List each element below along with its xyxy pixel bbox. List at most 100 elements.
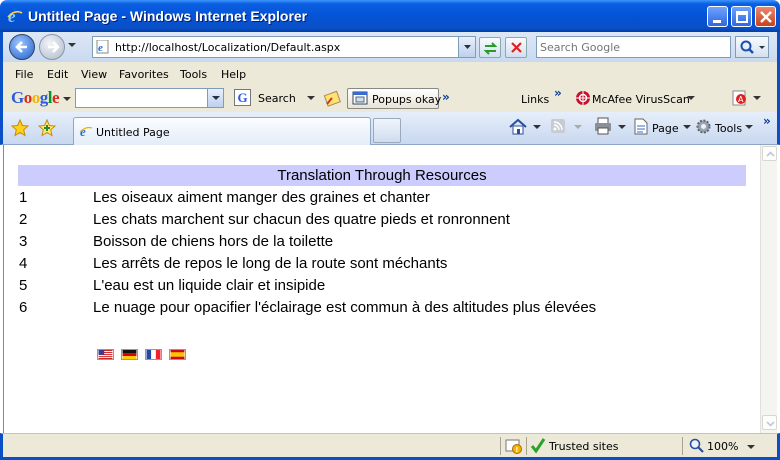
row-text: Le nuage pour opacifier l'éclairage est … [93, 298, 597, 316]
search-box[interactable] [536, 36, 731, 58]
command-overflow-chevron-icon[interactable]: » [763, 114, 771, 128]
search-options-dropdown-icon[interactable] [307, 96, 315, 102]
table-row: 4 Les arrêts de repos le long de la rout… [18, 252, 746, 274]
ie-logo-icon: e [7, 7, 23, 25]
search-input[interactable] [540, 38, 730, 56]
mcafee-shield-icon [576, 91, 590, 105]
popup-window-icon [352, 91, 368, 105]
svg-text:!: ! [515, 446, 518, 454]
minimize-icon [713, 20, 721, 23]
menu-help[interactable]: Help [221, 68, 246, 81]
search-button[interactable] [735, 36, 769, 58]
back-button[interactable] [9, 34, 35, 60]
menu-file[interactable]: File [15, 68, 33, 81]
address-bar[interactable]: e http://localhost/Localization/Default.… [92, 36, 476, 58]
address-toolbar: e http://localhost/Localization/Default.… [0, 32, 780, 62]
feeds-icon[interactable] [550, 118, 566, 134]
forward-button[interactable] [39, 34, 65, 60]
page-content: Translation Through Resources 1 Les oise… [3, 145, 777, 433]
close-icon [760, 11, 772, 23]
back-arrow-icon [15, 41, 27, 53]
add-favorite-icon[interactable] [38, 119, 56, 137]
vertical-scrollbar[interactable] [760, 145, 777, 433]
table-row: 2 Les chats marchent sur chacun des quat… [18, 208, 746, 230]
title-bar: e Untitled Page - Windows Internet Explo… [0, 0, 780, 32]
google-search-combo[interactable] [75, 88, 224, 108]
print-icon[interactable] [593, 117, 613, 135]
status-bar: ! Trusted sites 100% [0, 433, 780, 460]
menu-favorites[interactable]: Favorites [119, 68, 169, 81]
tools-menu-label[interactable]: Tools [715, 122, 742, 135]
scroll-up-button[interactable] [762, 146, 777, 161]
minimize-button[interactable] [707, 6, 728, 27]
tab-label: Untitled Page [96, 126, 170, 139]
google-toolbar: Google G Search Popups okay » Links » Mc… [0, 86, 780, 112]
zoom-level[interactable]: 100% [707, 440, 738, 453]
tools-dropdown-icon[interactable] [745, 125, 753, 131]
menu-edit[interactable]: Edit [47, 68, 68, 81]
highlighter-icon[interactable] [323, 89, 343, 108]
mcafee-dropdown-icon[interactable] [687, 96, 695, 102]
refresh-icon [483, 42, 498, 55]
status-divider [682, 437, 683, 455]
mcafee-label: McAfee VirusScan [592, 93, 690, 106]
google-menu-dropdown-icon[interactable] [63, 97, 71, 103]
chevron-down-icon [212, 96, 220, 100]
favorites-star-icon[interactable] [11, 119, 29, 137]
address-dropdown-button[interactable] [458, 37, 475, 57]
forward-arrow-icon [48, 41, 60, 53]
home-dropdown-icon[interactable] [533, 125, 541, 131]
table-header: Translation Through Resources [18, 165, 746, 186]
new-tab-button[interactable] [373, 118, 401, 143]
refresh-button[interactable] [479, 37, 501, 58]
chevron-up-icon [766, 151, 775, 157]
row-number: 2 [19, 210, 28, 228]
maximize-icon [736, 11, 748, 23]
menu-tools[interactable]: Tools [180, 68, 207, 81]
scroll-down-button[interactable] [762, 415, 777, 430]
pdf-dropdown-icon[interactable] [753, 96, 761, 102]
tab-untitled-page[interactable]: e Untitled Page [73, 117, 371, 145]
google-search-label: Search [258, 92, 296, 105]
search-icon [740, 40, 765, 54]
spanish-flag-icon[interactable] [169, 349, 186, 360]
maximize-button[interactable] [731, 6, 752, 27]
svg-text:A: A [738, 95, 744, 104]
row-number: 6 [19, 298, 28, 316]
page-menu-label[interactable]: Page [652, 122, 679, 135]
links-label[interactable]: Links [521, 93, 549, 106]
checkmark-icon [530, 438, 546, 454]
menu-view[interactable]: View [81, 68, 107, 81]
print-dropdown-icon[interactable] [618, 125, 626, 131]
feeds-dropdown-icon[interactable] [574, 125, 582, 131]
protected-mode-icon[interactable]: ! [505, 437, 523, 454]
window-title: Untitled Page - Windows Internet Explore… [28, 8, 308, 24]
row-number: 1 [19, 188, 28, 206]
pdf-convert-icon[interactable]: A [731, 89, 749, 107]
page-dropdown-icon[interactable] [683, 125, 691, 131]
tab-row: e Untitled Page Page Tools » [0, 112, 780, 145]
table-row: 1 Les oiseaux aiment manger des graines … [18, 186, 746, 208]
toolbar-overflow-chevron-icon[interactable]: » [442, 90, 450, 104]
google-combo-dropdown[interactable] [207, 89, 223, 107]
french-flag-icon[interactable] [145, 349, 162, 360]
row-text: Les oiseaux aiment manger des graines et… [93, 188, 430, 206]
row-number: 4 [19, 254, 28, 272]
zoom-icon [689, 438, 704, 453]
popup-blocker-button[interactable]: Popups okay [347, 88, 441, 109]
links-overflow-chevron-icon[interactable]: » [554, 86, 562, 100]
stop-button[interactable] [505, 37, 527, 58]
page-ie-icon: e [79, 124, 93, 138]
zoom-dropdown-icon[interactable] [747, 445, 755, 451]
google-logo[interactable]: Google [11, 88, 60, 108]
recent-pages-dropdown-icon[interactable] [67, 42, 77, 50]
page-icon[interactable] [633, 118, 649, 135]
address-url[interactable]: http://localhost/Localization/Default.as… [115, 41, 340, 54]
row-text: Les chats marchent sur chacun des quatre… [93, 210, 510, 228]
gear-icon[interactable] [695, 118, 712, 135]
close-button[interactable] [755, 6, 776, 27]
us-flag-icon[interactable] [97, 349, 114, 360]
german-flag-icon[interactable] [121, 349, 138, 360]
security-zone-label[interactable]: Trusted sites [549, 440, 619, 453]
home-icon[interactable] [508, 117, 528, 136]
